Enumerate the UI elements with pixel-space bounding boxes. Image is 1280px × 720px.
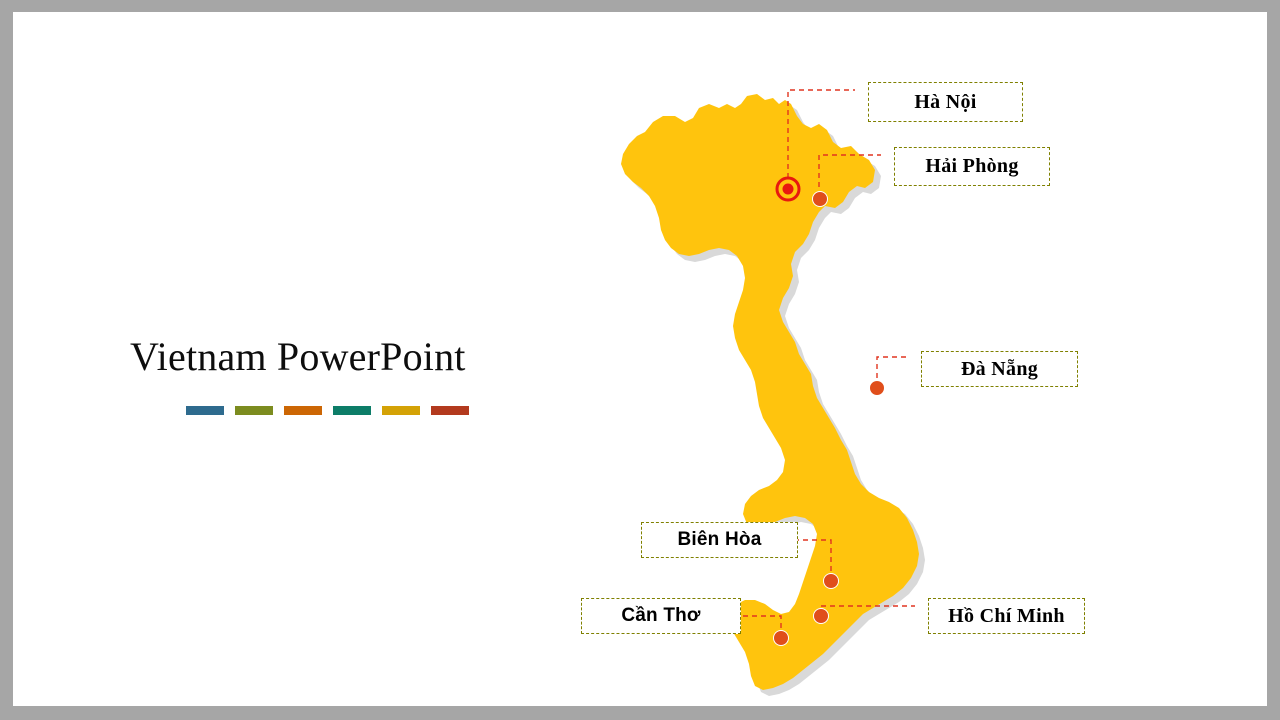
- accent-bar-olive: [235, 406, 273, 415]
- callout-bien-hoa[interactable]: Biên Hòa: [641, 522, 798, 558]
- callout-label-hai-phong: Hải Phòng: [925, 155, 1019, 177]
- marker-can-tho: [773, 630, 789, 646]
- connector-da-nang: [876, 356, 908, 387]
- marker-ho-chi-minh: [813, 608, 829, 624]
- marker-ha-noi: [775, 176, 801, 202]
- callout-label-bien-hoa: Biên Hòa: [677, 529, 762, 550]
- accent-bar-red: [431, 406, 469, 415]
- marker-hai-phong: [812, 191, 828, 207]
- slide-frame: Vietnam PowerPoint Hà Nội Hải Phòng Đà N…: [0, 0, 1280, 720]
- marker-da-nang: [869, 380, 885, 396]
- accent-bar-orange: [284, 406, 322, 415]
- callout-label-ho-chi-minh: Hồ Chí Minh: [948, 604, 1065, 627]
- callout-da-nang[interactable]: Đà Nẵng: [921, 351, 1078, 387]
- city-markers: [773, 176, 885, 646]
- connector-ha-noi: [787, 89, 855, 178]
- callout-can-tho[interactable]: Cần Thơ: [581, 598, 741, 634]
- accent-bar-group: [186, 406, 469, 415]
- accent-bar-gold: [382, 406, 420, 415]
- connector-bien-hoa: [798, 539, 832, 580]
- callout-hai-phong[interactable]: Hải Phòng: [894, 147, 1050, 186]
- slide-canvas: Vietnam PowerPoint Hà Nội Hải Phòng Đà N…: [13, 12, 1267, 706]
- callout-label-can-tho: Cần Thơ: [621, 605, 701, 626]
- callout-label-ha-noi: Hà Nội: [914, 90, 977, 113]
- connector-can-tho: [741, 615, 782, 637]
- title-block: Vietnam PowerPoint: [130, 334, 650, 415]
- accent-bar-blue: [186, 406, 224, 415]
- page-title: Vietnam PowerPoint: [130, 334, 466, 379]
- marker-bien-hoa: [823, 573, 839, 589]
- callout-ha-noi[interactable]: Hà Nội: [868, 82, 1023, 122]
- accent-bar-teal: [333, 406, 371, 415]
- connector-hai-phong: [818, 154, 881, 187]
- callout-label-da-nang: Đà Nẵng: [960, 357, 1039, 380]
- callout-ho-chi-minh[interactable]: Hồ Chí Minh: [928, 598, 1085, 634]
